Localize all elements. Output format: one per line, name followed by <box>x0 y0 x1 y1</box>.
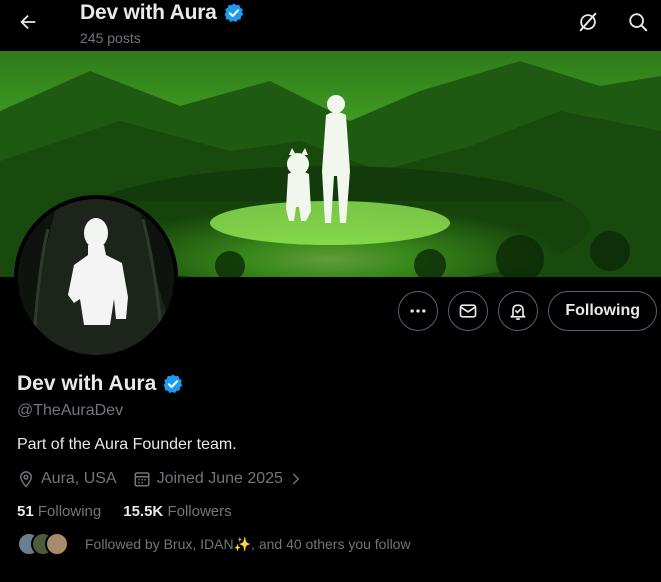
user-bio: Part of the Aura Founder team. <box>17 436 237 453</box>
location-item: Aura, USA <box>17 470 117 488</box>
header-title-block: Dev with Aura 245 posts <box>80 0 245 46</box>
followed-by-text: Followed by Brux, IDAN✨, and 40 others y… <box>85 535 411 552</box>
top-bar: Dev with Aura 245 posts <box>0 0 661 51</box>
message-button[interactable] <box>448 291 489 331</box>
grok-icon <box>579 12 597 32</box>
joined-text: Joined June 2025 <box>156 470 283 487</box>
chevron-right-icon <box>292 473 300 485</box>
header-title: Dev with Aura <box>80 1 217 24</box>
calendar-icon <box>134 472 150 487</box>
profile-info: Dev with Aura @TheAuraDev Part of the Au… <box>17 372 637 556</box>
grok-button[interactable] <box>572 6 604 38</box>
followed-by-avatars <box>17 532 73 556</box>
search-button[interactable] <box>622 6 654 38</box>
following-link[interactable]: 51 Following <box>17 503 101 520</box>
verified-badge-icon <box>224 3 244 23</box>
user-handle: @TheAuraDev <box>17 402 124 419</box>
joined-item[interactable]: Joined June 2025 <box>133 470 303 488</box>
followers-label: Followers <box>167 503 232 520</box>
posts-count: 245 posts <box>80 30 141 46</box>
followers-link[interactable]: 15.5K Followers <box>123 503 231 520</box>
location-text: Aura, USA <box>41 470 117 487</box>
avatar <box>45 532 69 556</box>
profile-meta: Aura, USA Joined June 2025 <box>17 470 637 488</box>
following-label: Following <box>37 503 102 520</box>
more-icon <box>410 309 426 313</box>
more-button[interactable] <box>398 291 439 331</box>
following-button[interactable]: Following <box>548 291 657 331</box>
followed-by-row[interactable]: Followed by Brux, IDAN✨, and 40 others y… <box>17 532 637 556</box>
mail-icon <box>460 304 477 318</box>
profile-actions: Following <box>398 291 657 331</box>
back-button[interactable] <box>12 6 44 38</box>
back-arrow-icon <box>20 14 36 30</box>
notify-button[interactable] <box>498 291 539 331</box>
location-pin-icon <box>19 471 33 488</box>
display-name: Dev with Aura <box>17 372 157 395</box>
search-icon <box>629 13 648 32</box>
verified-badge-icon[interactable] <box>162 373 184 395</box>
profile-avatar[interactable] <box>14 195 178 359</box>
avatar-image <box>18 199 174 355</box>
bell-icon <box>510 304 526 321</box>
following-count: 51 <box>17 503 34 520</box>
follow-stats: 51 Following 15.5K Followers <box>17 503 637 520</box>
followers-count: 15.5K <box>123 503 164 520</box>
